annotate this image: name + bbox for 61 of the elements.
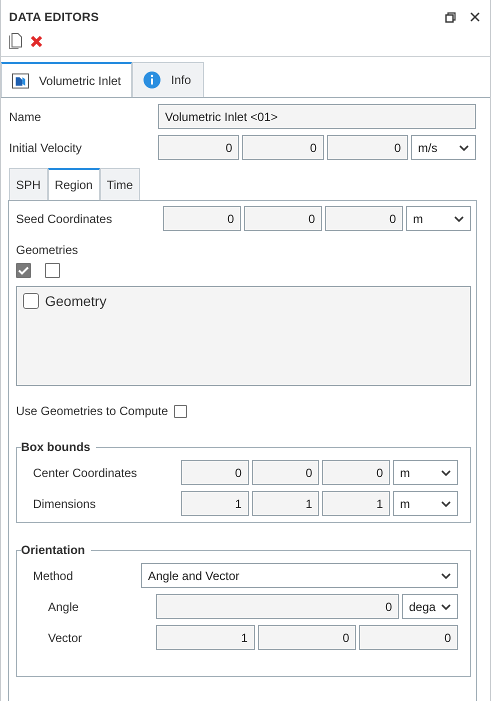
number-field[interactable]: 0: [163, 206, 241, 231]
number-field[interactable]: 0: [244, 206, 322, 231]
chevron-down-icon: [441, 470, 452, 476]
unit-dropdown[interactable]: m: [406, 206, 471, 231]
field-label: Vector: [48, 630, 84, 644]
delete-icon[interactable]: [30, 34, 43, 48]
field-label: Use Geometries to Compute: [16, 404, 168, 418]
chevron-down-icon: [454, 216, 464, 222]
unit-dropdown[interactable]: dega: [402, 594, 458, 619]
tab-label: Info: [171, 73, 192, 87]
unit-dropdown[interactable]: m: [393, 491, 458, 516]
number-field[interactable]: 0: [252, 460, 320, 485]
list-item-label: Geometry: [45, 293, 106, 309]
number-field[interactable]: 0: [359, 625, 458, 650]
field-label: Seed Coordinates: [16, 212, 114, 226]
number-field[interactable]: 0: [156, 594, 399, 619]
tab[interactable]: Time: [100, 168, 140, 200]
field-label: Center Coordinates: [33, 466, 138, 480]
unit-dropdown[interactable]: m: [393, 460, 458, 485]
field-label: Initial Velocity: [9, 140, 83, 154]
info-icon: [143, 71, 161, 89]
checkbox[interactable]: [23, 293, 39, 309]
checkbox[interactable]: [16, 263, 31, 278]
number-field[interactable]: 0: [326, 135, 408, 160]
close-icon[interactable]: [470, 12, 480, 22]
name-field[interactable]: Volumetric Inlet <01>: [158, 104, 476, 129]
checkbox[interactable]: [45, 263, 60, 278]
number-field[interactable]: 0: [181, 460, 249, 485]
tab[interactable]: Region: [48, 168, 100, 200]
tab[interactable]: Volumetric Inlet: [1, 62, 132, 97]
check-icon: [18, 266, 29, 275]
number-field[interactable]: 1: [252, 491, 320, 516]
number-field[interactable]: 0: [258, 625, 356, 650]
tab[interactable]: SPH: [9, 168, 48, 200]
field-label: Name: [9, 110, 42, 124]
number-field[interactable]: 0: [158, 135, 240, 160]
method-dropdown[interactable]: Angle and Vector: [141, 563, 458, 588]
number-field[interactable]: 1: [322, 491, 390, 516]
chevron-down-icon: [458, 144, 469, 150]
number-field[interactable]: 0: [242, 135, 324, 160]
tab[interactable]: Info: [132, 62, 204, 97]
number-field[interactable]: 1: [156, 625, 255, 650]
object-icon: [12, 72, 29, 88]
group-title: Box bounds: [21, 440, 92, 454]
chevron-down-icon: [441, 604, 451, 610]
number-field[interactable]: 0: [322, 460, 390, 485]
number-field[interactable]: 1: [181, 491, 249, 516]
tab-label: Volumetric Inlet: [38, 74, 121, 88]
document-icon[interactable]: [9, 33, 22, 49]
field-label: Dimensions: [33, 496, 97, 510]
panel-title: DATA EDITORS: [9, 10, 99, 24]
chevron-down-icon: [441, 572, 451, 578]
field-label: Geometries: [16, 243, 80, 257]
number-field[interactable]: 0: [325, 206, 403, 231]
group-title: Orientation: [21, 543, 86, 557]
restore-icon[interactable]: [445, 12, 456, 22]
field-label: Angle: [48, 600, 80, 614]
field-label: Method: [33, 568, 74, 582]
checkbox[interactable]: [174, 404, 188, 418]
chevron-down-icon: [441, 500, 452, 506]
unit-dropdown[interactable]: m/s: [410, 135, 476, 160]
